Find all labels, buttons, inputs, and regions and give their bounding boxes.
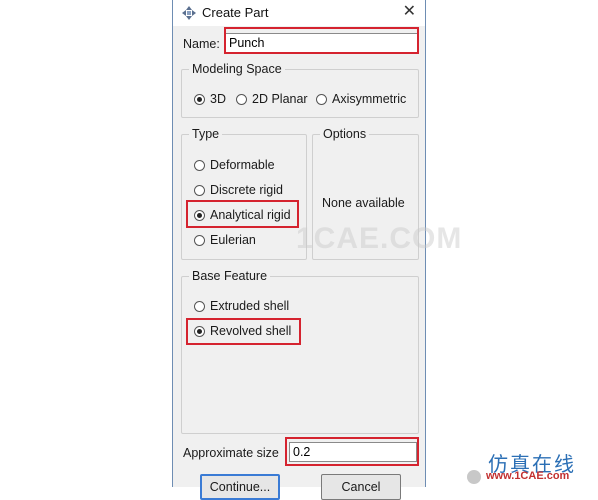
title-bar: Create Part ✕ — [173, 0, 425, 26]
approx-size-field[interactable] — [289, 442, 417, 462]
radio-deformable[interactable]: Deformable — [194, 158, 275, 172]
name-label: Name: — [183, 37, 220, 51]
radio-extruded-shell-label: Extruded shell — [210, 299, 290, 313]
radio-unselected-icon — [194, 184, 205, 196]
radio-eulerian-label: Eulerian — [210, 233, 256, 247]
radio-unselected-icon — [194, 159, 205, 171]
base-feature-group: Base Feature Extruded shell Revolved she… — [181, 269, 419, 434]
radio-selected-icon — [194, 209, 205, 221]
radio-eulerian[interactable]: Eulerian — [194, 233, 256, 247]
modeling-space-group: Modeling Space 3D 2D Planar Axisymmetric — [181, 62, 419, 118]
radio-unselected-icon — [236, 93, 247, 105]
dialog-title: Create Part — [202, 5, 269, 20]
radio-3d[interactable]: 3D — [194, 92, 226, 106]
radio-analytical-rigid-label: Analytical rigid — [210, 208, 291, 222]
type-title: Type — [189, 127, 223, 141]
radio-axisymmetric[interactable]: Axisymmetric — [316, 92, 406, 106]
radio-discrete-rigid-label: Discrete rigid — [210, 183, 283, 197]
watermark-url: www.1CAE.com — [486, 470, 570, 482]
radio-axisymmetric-label: Axisymmetric — [332, 92, 407, 106]
radio-unselected-icon — [316, 93, 327, 105]
type-group: Type Deformable Discrete rigid Analytica… — [181, 127, 307, 260]
radio-deformable-label: Deformable — [210, 158, 275, 172]
radio-unselected-icon — [194, 300, 205, 312]
radio-discrete-rigid[interactable]: Discrete rigid — [194, 183, 283, 197]
radio-2d-planar-label: 2D Planar — [252, 92, 308, 106]
abaqus-part-icon — [182, 6, 196, 20]
watermark-center: 1CAE.COM — [296, 222, 463, 255]
approx-size-label: Approximate size — [183, 446, 279, 460]
radio-2d-planar[interactable]: 2D Planar — [236, 92, 308, 106]
modeling-space-title: Modeling Space — [189, 62, 285, 76]
options-message: None available — [322, 196, 405, 210]
cancel-button[interactable]: Cancel — [321, 474, 401, 500]
close-icon[interactable]: ✕ — [403, 3, 416, 21]
radio-unselected-icon — [194, 234, 205, 246]
base-feature-title: Base Feature — [189, 269, 271, 283]
radio-selected-icon — [194, 325, 205, 337]
continue-button[interactable]: Continue... — [200, 474, 280, 500]
radio-extruded-shell[interactable]: Extruded shell — [194, 299, 289, 313]
radio-selected-icon — [194, 93, 205, 105]
radio-revolved-shell-label: Revolved shell — [210, 324, 292, 338]
name-field[interactable] — [225, 33, 418, 53]
radio-3d-label: 3D — [210, 92, 226, 106]
radio-revolved-shell[interactable]: Revolved shell — [194, 324, 291, 338]
radio-analytical-rigid[interactable]: Analytical rigid — [194, 208, 291, 222]
options-title: Options — [320, 127, 370, 141]
wechat-logo-icon — [467, 470, 481, 484]
